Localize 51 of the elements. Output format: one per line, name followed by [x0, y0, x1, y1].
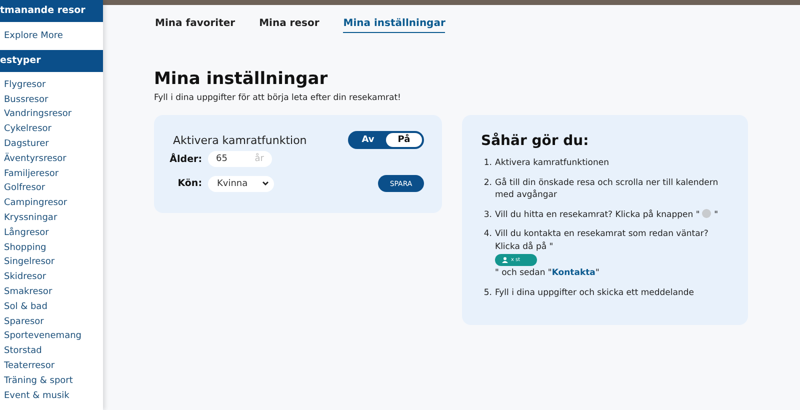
- tab[interactable]: Mina inställningar: [343, 17, 446, 33]
- page-heading: Mina inställningar: [154, 69, 329, 89]
- sidebar-link[interactable]: Sparesor: [4, 314, 103, 330]
- step-number: 2.: [482, 176, 492, 190]
- instructions-title: Såhär gör du:: [481, 133, 590, 149]
- step-text: Gå till din önskade resa och scrolla ner till kalendern med avgångar: [495, 178, 718, 200]
- step-number: 4.: [482, 228, 492, 241]
- step-number: 1.: [482, 157, 492, 170]
- sidebar-link[interactable]: Event & musik: [4, 388, 103, 404]
- sidebar-link[interactable]: Långresor: [4, 226, 103, 241]
- sidebar-link[interactable]: Storstad: [4, 344, 103, 359]
- sidebar-link[interactable]: Cykelresor: [4, 122, 103, 137]
- on-off-toggle[interactable]: Av På: [348, 131, 424, 149]
- sidebar-link[interactable]: Familjeresor: [4, 166, 103, 182]
- circle-button-icon: [702, 208, 712, 218]
- sidebar-link[interactable]: Shopping: [4, 240, 103, 256]
- sidebar-link[interactable]: Träning & sport: [4, 374, 103, 389]
- sidebar-link[interactable]: Flygresor: [4, 78, 103, 93]
- sidebar-link[interactable]: Skidresor: [4, 270, 103, 285]
- step-text: Vill du hitta en resekamrat? Klicka på knappen ": [495, 210, 700, 220]
- tab[interactable]: Mina favoriter: [155, 17, 236, 33]
- sidebar-link[interactable]: Sol & bad: [4, 300, 103, 315]
- sidebar-link[interactable]: Campingresor: [4, 196, 103, 211]
- age-field[interactable]: 65 år: [208, 151, 272, 167]
- chevron-down-icon: [262, 181, 269, 186]
- age-label: Ålder:: [168, 154, 202, 164]
- gender-label: Kön:: [176, 178, 202, 189]
- sidebar-section-header: estyper: [0, 50, 103, 72]
- sidebar-link[interactable]: Singelresor: [4, 255, 103, 270]
- step-text: Vill du kontakta en resekamrat som redan väntar? Klicka då på ": [495, 229, 708, 252]
- step-text: " och sedan "Kontakta": [495, 268, 600, 278]
- step-number: 5.: [482, 286, 492, 299]
- step-text: Aktivera kamratfunktionen: [495, 158, 609, 168]
- sidebar-link[interactable]: Äventyrsresor: [4, 152, 103, 167]
- step-number: 3.: [482, 208, 492, 221]
- sidebar-link[interactable]: Dagsturer: [4, 136, 103, 152]
- sidebar-link[interactable]: Explore More: [4, 29, 103, 44]
- sidebar-link[interactable]: Vandringsresor: [4, 107, 103, 122]
- sidebar-link[interactable]: Sportevenemang: [4, 329, 103, 344]
- sidebar-link[interactable]: Teaterresor: [4, 358, 103, 374]
- step-text: ": [714, 210, 718, 220]
- toggle-label: Aktivera kamratfunktion: [173, 134, 307, 146]
- intro-text: Fyll i dina uppgifter för att börja leta efter din resekamrat!: [154, 93, 402, 103]
- gender-dropdown[interactable]: Kvinna: [208, 176, 274, 192]
- sidebar-link[interactable]: Golfresor: [4, 181, 103, 196]
- step-text: Fyll i dina uppgifter och skicka ett meddelande: [495, 288, 694, 298]
- tab[interactable]: Mina resor: [259, 17, 320, 33]
- sidebar-link[interactable]: Smakresor: [4, 284, 103, 300]
- sidebar-link[interactable]: Kryssningar: [4, 210, 103, 226]
- sidebar-section-header: tmanande resor: [0, 0, 103, 22]
- sidebar-link[interactable]: Bussresor: [4, 92, 103, 108]
